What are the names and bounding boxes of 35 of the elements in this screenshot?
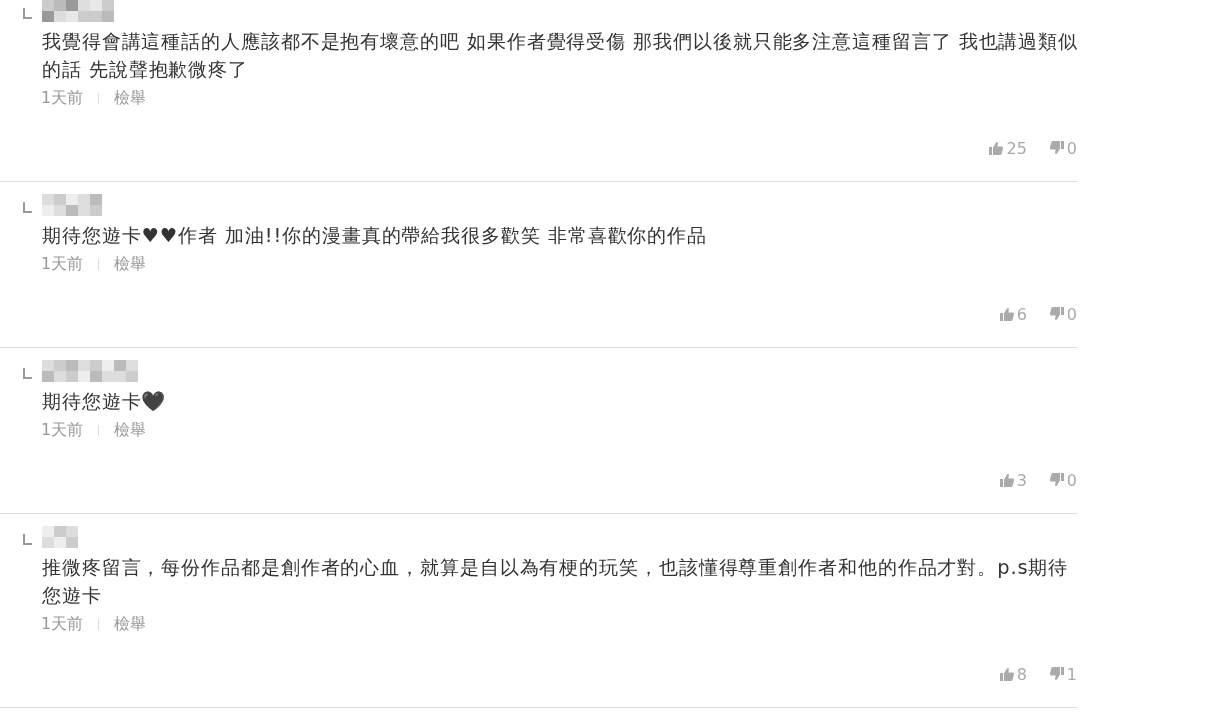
reply-icon — [23, 201, 32, 213]
like-count: 25 — [1006, 138, 1027, 158]
comment-text: 期待您遊卡🖤 — [42, 389, 168, 415]
dislike-count: 1 — [1066, 664, 1077, 684]
like-count: 6 — [1016, 304, 1027, 324]
pixelated-name — [42, 194, 102, 216]
reply-icon — [23, 367, 32, 379]
dislike-count: 0 — [1066, 138, 1077, 158]
pixelated-name — [42, 526, 78, 548]
comment-text: 推微疼留言，每份作品都是創作者的心血，就算是自以為有梗的玩笑，也該懂得尊重創作者和他的作品才對。p.s期待您遊卡 — [42, 555, 1070, 609]
reply-icon — [23, 7, 32, 19]
dislike-count: 0 — [1066, 304, 1077, 324]
report-link[interactable]: 檢舉 — [114, 87, 147, 109]
like-count: 8 — [1016, 664, 1027, 684]
comment-text: 我覺得會講這種話的人應該都不是抱有壞意的吧 如果作者覺得受傷 那我們以後就只能多注意這種留言了 我也講過類似的話 先說聲抱歉微疼了 — [42, 29, 1080, 83]
report-link[interactable]: 檢舉 — [114, 419, 147, 441]
reply-icon — [23, 533, 32, 545]
report-link[interactable]: 檢舉 — [114, 613, 147, 635]
comment-time: 1天前 — [41, 419, 84, 441]
pixelated-name — [42, 0, 114, 22]
like-count: 3 — [1016, 470, 1027, 490]
thumbs-up-icon[interactable] — [998, 472, 1015, 488]
thumbs-down-icon[interactable] — [1048, 472, 1065, 488]
thumbs-up-icon[interactable] — [998, 306, 1015, 322]
thumbs-up-icon[interactable] — [988, 140, 1005, 156]
dislike-count: 0 — [1066, 470, 1077, 490]
thumbs-down-icon[interactable] — [1048, 666, 1065, 682]
report-link[interactable]: 檢舉 — [114, 253, 147, 275]
comment-time: 1天前 — [41, 613, 84, 635]
comment-time: 1天前 — [41, 87, 84, 109]
thumbs-down-icon[interactable] — [1048, 306, 1065, 322]
comment-text: 期待您遊卡♥♥作者 加油!!你的漫畫真的帶給我很多歡笑 非常喜歡你的作品 — [42, 223, 709, 249]
thumbs-down-icon[interactable] — [1048, 140, 1065, 156]
thumbs-up-icon[interactable] — [998, 666, 1015, 682]
comment-time: 1天前 — [41, 253, 84, 275]
